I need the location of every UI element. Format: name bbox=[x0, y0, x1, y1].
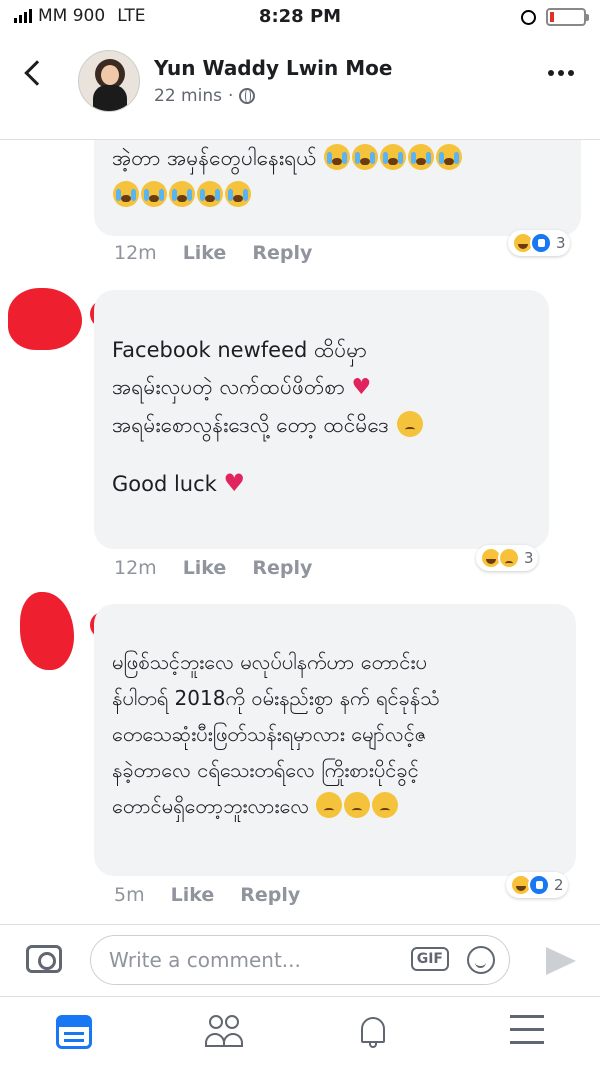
comment-line-text: မဖြစ်သင့်ဘူးလေ မလုပ်ပါနက်ဟာ တောင်းပ bbox=[112, 650, 427, 674]
comment-input[interactable]: Write a comment... GIF bbox=[90, 935, 510, 985]
camera-icon[interactable] bbox=[26, 945, 62, 973]
comment-bubble: အဲ့တာ အမှန်တွေပါနေးရယ် bbox=[94, 140, 581, 236]
notifications-icon[interactable] bbox=[358, 1015, 388, 1049]
comment-line-text: အရမ်းစောလွန်းဒေလို့ တော့ ထင်မိဒေ bbox=[112, 413, 389, 438]
reaction-count: 3 bbox=[524, 549, 534, 567]
comment-text: အဲ့တာ အမှန်တွေပါနေးရယ် bbox=[112, 140, 563, 177]
meta-separator: · bbox=[227, 86, 234, 106]
comment-line-text: Facebook newfeed ထိပ်မှာ bbox=[112, 338, 367, 362]
unamused-emoji-icon bbox=[316, 792, 343, 818]
reaction-summary[interactable]: 3 bbox=[508, 230, 570, 256]
battery-icon bbox=[546, 8, 589, 26]
crying-emoji-icon bbox=[408, 144, 435, 170]
disappointed-emoji-icon bbox=[344, 792, 371, 818]
crying-emoji-icon bbox=[141, 180, 167, 207]
crying-emoji-icon bbox=[380, 144, 407, 170]
post-meta: 22 mins · bbox=[154, 86, 256, 106]
unamused-emoji-icon bbox=[396, 411, 423, 438]
comment-line: နခဲ့တာလေ ငရ်သေးတရ်လေ ကြိုးစားပိုင်ခွင့် bbox=[112, 752, 558, 788]
reply-button[interactable]: Reply bbox=[252, 242, 312, 264]
reply-button[interactable]: Reply bbox=[252, 557, 312, 579]
clock: 8:28 PM bbox=[258, 6, 342, 27]
status-icons bbox=[521, 8, 589, 26]
reaction-count: 3 bbox=[556, 234, 566, 252]
crying-emoji-icon bbox=[225, 180, 251, 207]
like-button[interactable]: Like bbox=[171, 884, 215, 906]
broken-heart-icon: ♥ bbox=[351, 374, 372, 400]
like-button[interactable]: Like bbox=[183, 242, 227, 264]
comment-line-text: တောင်မရှိတော့ဘူးလားလေ bbox=[112, 794, 310, 818]
comment-line-text: Good luck bbox=[112, 472, 217, 496]
reply-button[interactable]: Reply bbox=[240, 884, 300, 906]
comment-time: 12m bbox=[114, 557, 157, 579]
comment-bubble: မဖြစ်သင့်ဘူးလေ မလုပ်ပါနက်ဟာ တောင်းပ န်ပါ… bbox=[94, 604, 576, 876]
redacted-avatar bbox=[20, 592, 74, 670]
like-button[interactable]: Like bbox=[183, 557, 227, 579]
comment-time: 5m bbox=[114, 884, 145, 906]
comment-input-placeholder[interactable]: Write a comment... bbox=[109, 948, 301, 972]
send-icon[interactable] bbox=[546, 947, 576, 975]
comment-line: မဖြစ်သင့်ဘူးလေ မလုပ်ပါနက်ဟာ တောင်းပ bbox=[112, 644, 558, 680]
like-reaction-icon bbox=[528, 874, 550, 896]
alarm-icon bbox=[521, 9, 536, 25]
friends-icon[interactable] bbox=[205, 1015, 245, 1051]
comment-line-text: န်ပါတရ် 2018ကို ဝမ်းနည်းစွာ နက် ရင်ခုန်သ… bbox=[112, 686, 440, 710]
menu-icon[interactable] bbox=[510, 1015, 544, 1045]
comment-bubble: Facebook newfeed ထိပ်မှာ အရမ်းလှပတဲ့ လက်… bbox=[94, 290, 549, 549]
crying-emoji-icon bbox=[169, 180, 195, 207]
comment-line-text: နခဲ့တာလေ ငရ်သေးတရ်လေ ကြိုးစားပိုင်ခွင့် bbox=[112, 758, 419, 782]
post-header: Yun Waddy Lwin Moe 22 mins · bbox=[0, 34, 600, 140]
comment-line-text: တေသေဆုံးပီးဖြတ်သန်းရမှာလား မျော်လင့်ဇ bbox=[112, 722, 427, 746]
comment-emoji-line bbox=[112, 177, 563, 214]
crying-emoji-icon bbox=[197, 180, 223, 207]
comment-line bbox=[112, 444, 531, 462]
sad-reaction-icon bbox=[498, 547, 520, 569]
comment-actions: 12m Like Reply bbox=[114, 242, 312, 264]
reaction-summary[interactable]: 3 bbox=[476, 545, 538, 571]
crying-emoji-icon bbox=[352, 144, 379, 170]
redacted-avatar bbox=[8, 288, 82, 350]
persevering-emoji-icon bbox=[372, 792, 399, 818]
comment-actions: 12m Like Reply bbox=[114, 557, 312, 579]
comment-line: တေသေဆုံးပီးဖြတ်သန်းရမှာလား မျော်လင့်ဇ bbox=[112, 716, 558, 752]
comment-line: န်ပါတရ် 2018ကို ဝမ်းနည်းစွာ နက် ရင်ခုန်သ… bbox=[112, 680, 558, 716]
news-feed-icon[interactable] bbox=[56, 1015, 92, 1049]
heart-icon: ♥ bbox=[223, 469, 246, 497]
bottom-tab-bar bbox=[0, 996, 600, 1067]
globe-icon bbox=[239, 88, 256, 104]
comment-line: အရမ်းစောလွန်းဒေလို့ တော့ ထင်မိဒေ bbox=[112, 407, 531, 444]
author-name[interactable]: Yun Waddy Lwin Moe bbox=[154, 56, 392, 80]
crying-emoji-icon bbox=[436, 144, 463, 170]
comment-line: Good luck ♥ bbox=[112, 462, 531, 504]
back-icon[interactable] bbox=[24, 60, 50, 86]
crying-emoji-icon bbox=[324, 144, 351, 170]
comment-line: အဲ့တာ အမှန်တွေပါနေးရယ် bbox=[112, 146, 317, 170]
comment-time: 12m bbox=[114, 242, 157, 264]
crying-emoji-icon bbox=[113, 180, 139, 207]
comment-composer: Write a comment... GIF bbox=[0, 924, 600, 996]
comment-line: Facebook newfeed ထိပ်မှာ bbox=[112, 332, 531, 369]
status-bar: MM 900 LTE 8:28 PM bbox=[0, 0, 600, 34]
reaction-count: 2 bbox=[554, 876, 564, 894]
comment-line: တောင်မရှိတော့ဘူးလားလေ bbox=[112, 788, 558, 824]
avatar[interactable] bbox=[78, 50, 140, 112]
emoji-icon[interactable] bbox=[467, 946, 495, 974]
comment-line-text: အရမ်းလှပတဲ့ လက်ထပ်ဖိတ်စာ bbox=[112, 374, 345, 399]
post-time: 22 mins bbox=[154, 86, 222, 106]
gif-icon[interactable]: GIF bbox=[410, 947, 449, 971]
comment-actions: 5m Like Reply bbox=[114, 884, 300, 906]
more-icon[interactable] bbox=[548, 70, 574, 76]
like-reaction-icon bbox=[530, 232, 552, 254]
comment-line: အရမ်းလှပတဲ့ လက်ထပ်ဖိတ်စာ ♥ bbox=[112, 369, 531, 408]
reaction-summary[interactable]: 2 bbox=[506, 872, 568, 898]
